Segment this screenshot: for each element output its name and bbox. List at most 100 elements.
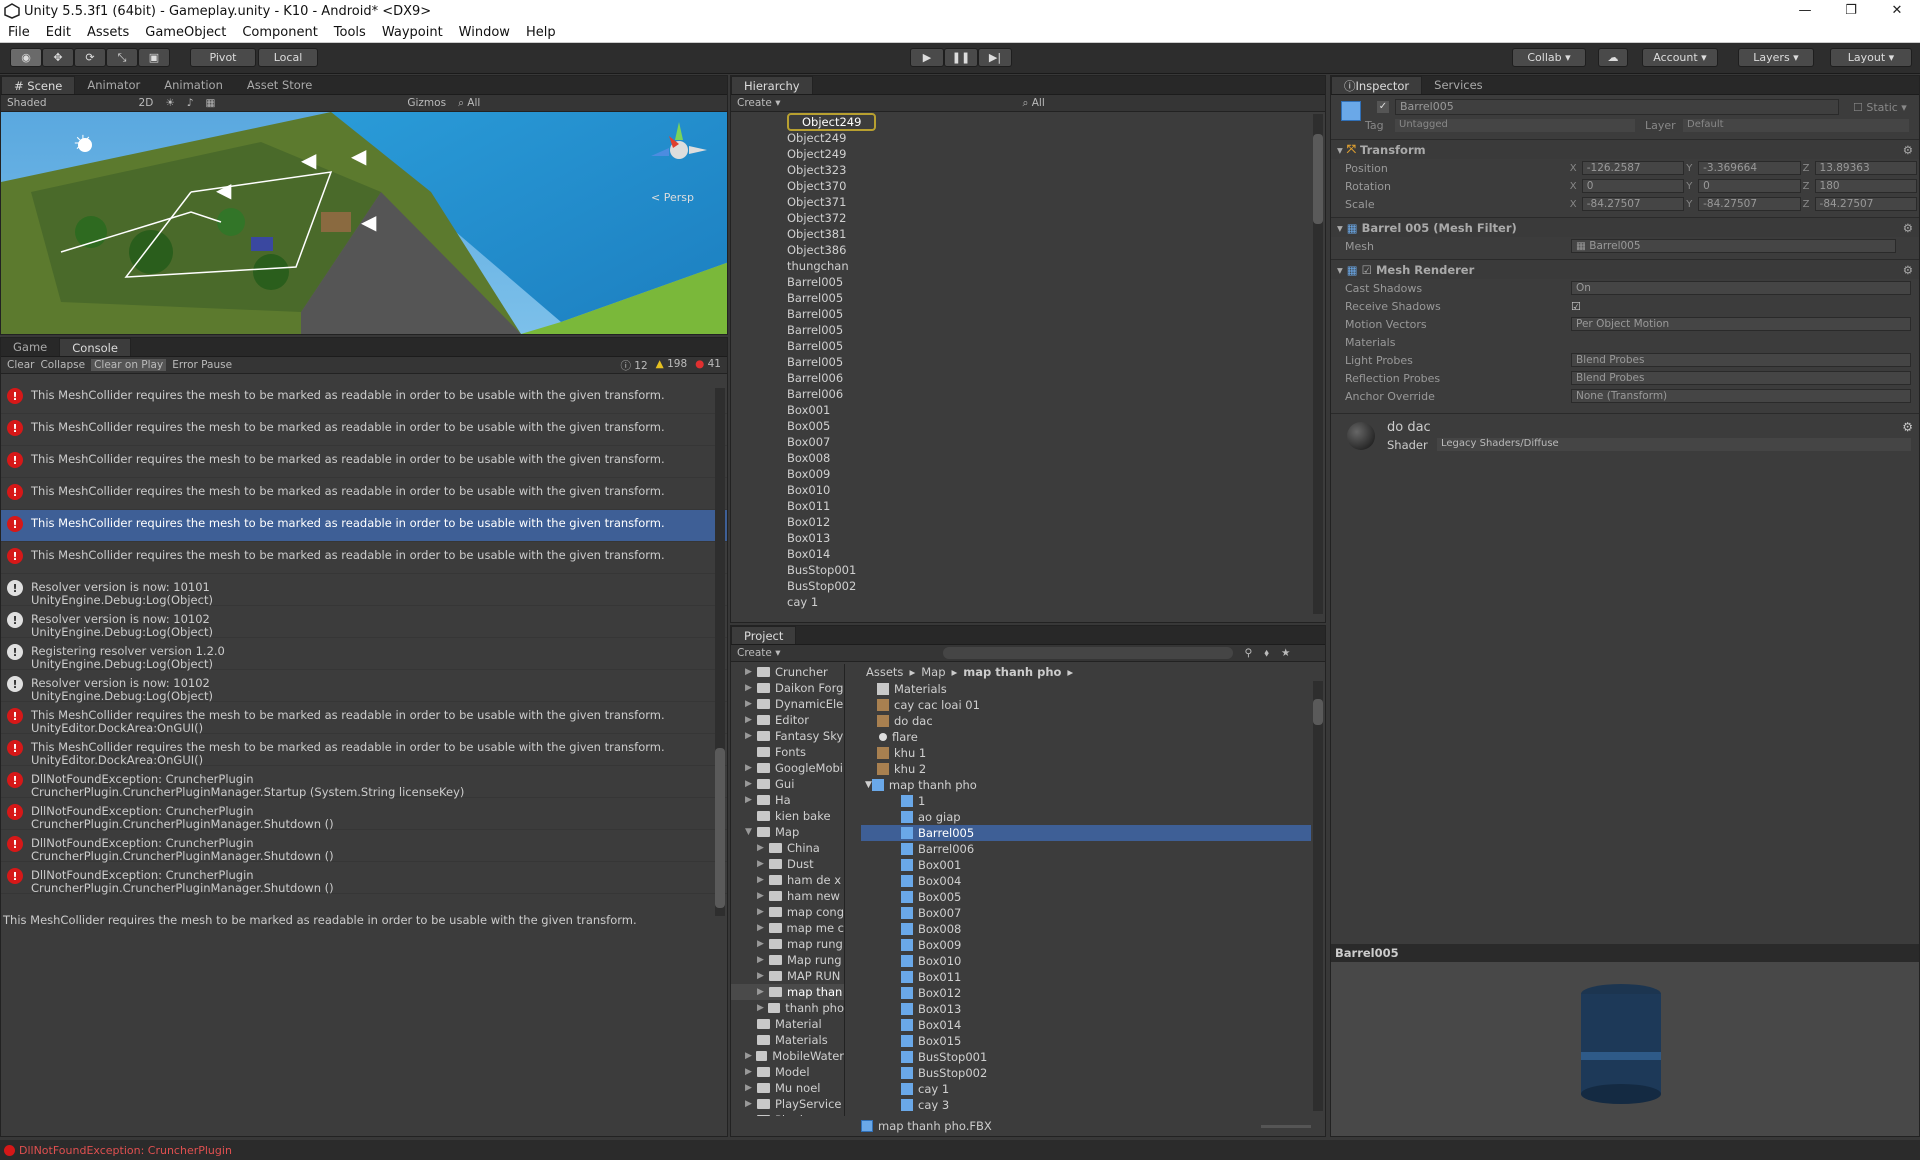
hierarchy-item[interactable]: Barrel006	[731, 370, 1325, 386]
hierarchy-item[interactable]: Object249	[731, 113, 1325, 131]
gizmos-dropdown[interactable]: Gizmos	[407, 97, 446, 109]
hierarchy-item[interactable]: Barrel005	[731, 354, 1325, 370]
project-folder-item[interactable]: ▶ Fantasy Sky	[731, 728, 844, 744]
project-asset-item[interactable]: Box012	[861, 985, 1311, 1001]
menu-window[interactable]: Window	[451, 25, 518, 40]
project-folder-item[interactable]: Material	[731, 1016, 844, 1032]
position-x-field[interactable]: -126.2587	[1581, 161, 1685, 175]
console-entry[interactable]: ! DllNotFoundException: CruncherPlugin Cr…	[1, 766, 727, 799]
hierarchy-item[interactable]: Barrel006	[731, 386, 1325, 402]
rotate-tool-button[interactable]: ⟳	[74, 48, 106, 67]
expand-arrow-icon[interactable]: ▶	[745, 664, 757, 680]
hierarchy-search-input[interactable]: ⌕ All	[1023, 97, 1045, 110]
tab-project[interactable]: Project	[731, 626, 797, 644]
hierarchy-item[interactable]: Box013	[731, 530, 1325, 546]
hierarchy-item[interactable]: Box010	[731, 482, 1325, 498]
toggle-2d-button[interactable]: 2D	[139, 97, 154, 109]
rotation-z-field[interactable]: 180	[1814, 179, 1917, 193]
breadcrumb-assets[interactable]: Assets	[866, 665, 903, 679]
hierarchy-item[interactable]: BusStop002	[731, 578, 1325, 594]
expand-arrow-icon[interactable]: ▶	[745, 696, 757, 712]
project-asset-item[interactable]: cay 3	[861, 1097, 1311, 1111]
tag-dropdown[interactable]: Untagged	[1395, 119, 1635, 132]
tab-inspector[interactable]: ⓘ Inspector	[1331, 76, 1423, 94]
hierarchy-item[interactable]: Barrel005	[731, 274, 1325, 290]
expand-arrow-icon[interactable]: ▶	[757, 1000, 768, 1016]
cloud-button[interactable]: ☁	[1598, 48, 1628, 67]
hierarchy-item[interactable]: Barrel005	[731, 322, 1325, 338]
anchor-override-field[interactable]: None (Transform)	[1571, 389, 1911, 403]
project-asset-item[interactable]: cay cac loai 01	[861, 697, 1311, 713]
component-settings-icon[interactable]: ⚙	[1902, 420, 1913, 434]
position-y-field[interactable]: -3.369664	[1698, 161, 1801, 175]
project-folder-item[interactable]: kien bake	[731, 808, 844, 824]
hierarchy-item[interactable]: Object323	[731, 162, 1325, 178]
breadcrumb-map[interactable]: Map	[921, 665, 945, 679]
tab-animator[interactable]: Animator	[75, 76, 152, 94]
rect-tool-button[interactable]: ▣	[138, 48, 170, 67]
project-folder-item[interactable]: ▶ map me c	[731, 920, 844, 936]
console-entry[interactable]: ! Resolver version is now: 10102 UnityEng…	[1, 670, 727, 703]
project-folder-item[interactable]: ▶ Model	[731, 1064, 844, 1080]
project-folder-item[interactable]: Materials	[731, 1032, 844, 1048]
expand-arrow-icon[interactable]: ▶	[745, 792, 757, 808]
hierarchy-item[interactable]: Box005	[731, 418, 1325, 434]
project-asset-item[interactable]: ▼ map thanh pho	[861, 777, 1311, 793]
expand-arrow-icon[interactable]: ▶	[757, 936, 769, 952]
cast-shadows-dropdown[interactable]: On	[1571, 281, 1911, 295]
menu-tools[interactable]: Tools	[326, 25, 374, 40]
console-entry[interactable]: ! This MeshCollider requires the mesh to …	[1, 702, 727, 735]
close-button[interactable]: ✕	[1874, 0, 1920, 22]
hierarchy-item[interactable]: Object249	[731, 146, 1325, 162]
menu-assets[interactable]: Assets	[79, 25, 137, 40]
expand-arrow-icon[interactable]: ▶	[745, 728, 757, 744]
clear-on-play-toggle[interactable]: Clear on Play	[91, 359, 167, 371]
project-asset-item[interactable]: khu 2	[861, 761, 1311, 777]
expand-arrow-icon[interactable]: ▶	[745, 1048, 756, 1064]
project-folder-item[interactable]: ▶ Map rung	[731, 952, 844, 968]
project-folder-item[interactable]: ▶ Ha	[731, 792, 844, 808]
hierarchy-item[interactable]: thungchan	[731, 258, 1325, 274]
expand-arrow-icon[interactable]: ▶	[745, 1096, 757, 1112]
hierarchy-item[interactable]: Box011	[731, 498, 1325, 514]
filter-label-icon[interactable]: ⬧	[1264, 647, 1269, 660]
console-entry[interactable]: ! Resolver version is now: 10102 UnityEng…	[1, 606, 727, 639]
project-asset-item[interactable]: Box005	[861, 889, 1311, 905]
renderer-enabled-checkbox[interactable]: ☑	[1362, 263, 1376, 277]
receive-shadows-checkbox[interactable]: ☑	[1571, 300, 1581, 313]
project-asset-item[interactable]: Materials	[861, 681, 1311, 697]
mesh-renderer-header[interactable]: ▾ ▦ ☑ Mesh Renderer ⚙	[1331, 259, 1919, 279]
breadcrumb-map-thanh-pho[interactable]: map thanh pho	[963, 665, 1061, 679]
lighting-icon[interactable]: ☀	[165, 97, 174, 109]
hierarchy-item[interactable]: Object371	[731, 194, 1325, 210]
menu-component[interactable]: Component	[234, 25, 325, 40]
account-dropdown[interactable]: Account ▾	[1642, 48, 1718, 67]
project-folder-item[interactable]: ▶ Editor	[731, 712, 844, 728]
clear-button[interactable]: Clear	[7, 359, 34, 371]
console-entry[interactable]: ! DllNotFoundException: CruncherPlugin Cr…	[1, 798, 727, 831]
project-folder-item[interactable]: ▶ MobileWater	[731, 1048, 844, 1064]
console-entry[interactable]: ! Registering resolver version 1.2.0 Unit…	[1, 638, 727, 671]
warn-count-toggle[interactable]: ▲ 198	[656, 358, 687, 373]
expand-arrow-icon[interactable]: ▶	[745, 776, 757, 792]
expand-arrow-icon[interactable]: ▶	[745, 680, 757, 696]
expand-arrow-icon[interactable]: ▼	[745, 824, 757, 840]
project-asset-item[interactable]: Box013	[861, 1001, 1311, 1017]
project-asset-item[interactable]: Barrel006	[861, 841, 1311, 857]
project-folder-item[interactable]: ▶ PlayService	[731, 1096, 844, 1112]
project-folder-item[interactable]: ▶ Cruncher	[731, 664, 844, 680]
console-scrollbar[interactable]	[715, 388, 725, 916]
scale-x-field[interactable]: -84.27507	[1581, 197, 1685, 211]
reflection-probes-dropdown[interactable]: Blend Probes	[1571, 371, 1911, 385]
project-asset-item[interactable]: Box014	[861, 1017, 1311, 1033]
hierarchy-item[interactable]: Barrel005	[731, 290, 1325, 306]
icon-size-slider[interactable]	[1261, 1125, 1311, 1128]
project-folder-item[interactable]: ▼ Map	[731, 824, 844, 840]
project-asset-item[interactable]: Box010	[861, 953, 1311, 969]
project-folder-item[interactable]: ▶ Dust	[731, 856, 844, 872]
expand-arrow-icon[interactable]: ▶	[745, 712, 757, 728]
expand-arrow-icon[interactable]: ▶	[757, 952, 769, 968]
project-folder-item[interactable]: ▶ map cong	[731, 904, 844, 920]
project-asset-item[interactable]: Box004	[861, 873, 1311, 889]
project-folder-item[interactable]: ▶ MAP RUN	[731, 968, 844, 984]
